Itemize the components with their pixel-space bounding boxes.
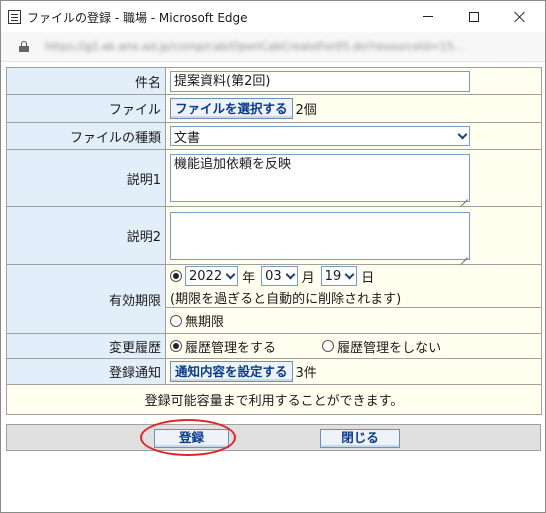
browser-window: ファイルの登録 - 職場 - Microsoft Edge https://g2… (0, 0, 546, 513)
desc1-label: 説明1 (6, 149, 166, 207)
expiry-date-line: 2022 年 03 月 19 日 (170, 265, 541, 287)
month-unit: 月 (301, 270, 315, 286)
minimize-button[interactable] (405, 1, 451, 32)
expiry-unlimited-cell: 無期限 (165, 307, 542, 334)
history-on-radio[interactable] (170, 340, 182, 352)
row-name: 件名 提案資料(第2回) (6, 67, 542, 95)
row-history: 変更履歴 履歴管理をする 履歴管理をしない (6, 333, 542, 359)
notify-cell: 通知内容を設定する 3件 (165, 358, 542, 385)
expiry-unlimited-label[interactable]: 無期限 (185, 315, 224, 330)
notify-count: 3件 (295, 366, 317, 381)
desc2-label: 説明2 (6, 206, 166, 265)
expiry-date-cell: 2022 年 03 月 19 日 (期限を過ぎると自動的に削除されます) (165, 264, 542, 308)
address-bar: https://g2.ak.ano.ad.jp/comp/cab/OpenCab… (1, 32, 545, 62)
expiry-note: (期限を過ぎると自動的に削除されます) (170, 292, 402, 307)
expiry-dated-radio[interactable] (170, 270, 182, 282)
history-off-label[interactable]: 履歴管理をしない (337, 341, 441, 356)
chevron-down-icon (225, 269, 236, 279)
chevron-down-icon (285, 269, 296, 279)
footer-bar: 登録 閉じる (6, 424, 541, 451)
file-type-value: 文書 (174, 130, 201, 146)
minimize-icon (423, 16, 433, 17)
year-value: 2022 (189, 268, 223, 284)
title-bar: ファイルの登録 - 職場 - Microsoft Edge (1, 1, 545, 32)
capacity-note: 登録可能容量まで利用することができます。 (6, 384, 542, 415)
day-unit: 日 (361, 270, 375, 286)
resize-grip-icon[interactable] (460, 250, 468, 258)
row-file: ファイル ファイルを選択する 2個 (6, 94, 542, 123)
expiry-label: 有効期限 (6, 264, 166, 334)
desc1-cell: 機能追加依頼を反映 (165, 149, 542, 207)
chevron-down-icon (344, 269, 355, 279)
desc2-textarea[interactable] (170, 211, 470, 260)
file-type-select[interactable]: 文書 (170, 126, 470, 146)
month-value: 03 (265, 268, 282, 284)
year-select[interactable]: 2022 (185, 266, 239, 286)
set-notify-button[interactable]: 通知内容を設定する (170, 361, 293, 382)
maximize-icon (469, 11, 479, 22)
day-value: 19 (324, 268, 342, 284)
url-text[interactable]: https://g2.ak.ano.ad.jp/comp/cab/OpenCab… (45, 40, 531, 54)
type-label: ファイルの種類 (6, 122, 166, 150)
close-window-button[interactable] (497, 1, 543, 32)
file-label: ファイル (6, 94, 166, 123)
type-cell: 文書 (165, 122, 542, 150)
row-desc2: 説明2 (6, 206, 542, 265)
row-notify: 登録通知 通知内容を設定する 3件 (6, 358, 542, 385)
file-cell: ファイルを選択する 2個 (165, 94, 542, 123)
name-label: 件名 (6, 67, 166, 95)
maximize-button[interactable] (451, 1, 497, 32)
resize-grip-icon[interactable] (460, 192, 468, 200)
expiry-unlimited-radio[interactable] (170, 314, 182, 327)
row-type: ファイルの種類 文書 (6, 122, 542, 150)
month-select[interactable]: 03 (261, 266, 298, 286)
highlight-ellipse (140, 419, 236, 456)
window-title: ファイルの登録 - 職場 - Microsoft Edge (27, 11, 248, 25)
file-count: 2個 (295, 103, 317, 118)
name-cell: 提案資料(第2回) (165, 67, 542, 95)
lock-icon (19, 41, 29, 52)
day-select[interactable]: 19 (320, 266, 358, 286)
select-file-button[interactable]: ファイルを選択する (170, 98, 293, 119)
chevron-down-icon (457, 129, 468, 139)
history-off-radio[interactable] (322, 340, 335, 352)
desc1-text: 機能追加依頼を反映 (174, 157, 292, 172)
document-icon (8, 10, 21, 24)
desc1-textarea[interactable]: 機能追加依頼を反映 (170, 154, 470, 202)
close-button[interactable]: 閉じる (320, 429, 400, 448)
name-input[interactable]: 提案資料(第2回) (170, 70, 470, 92)
notify-label: 登録通知 (6, 358, 166, 385)
history-label: 変更履歴 (6, 333, 166, 359)
year-unit: 年 (242, 270, 256, 286)
history-on-label[interactable]: 履歴管理をする (185, 341, 276, 356)
row-expiry-date: 有効期限 2022 年 03 月 19 日 (期限を過ぎると自動的に削除されます… (6, 264, 542, 334)
history-cell: 履歴管理をする 履歴管理をしない (165, 333, 542, 359)
row-desc1: 説明1 機能追加依頼を反映 (6, 149, 542, 207)
desc2-cell (165, 206, 542, 265)
row-capacity: 登録可能容量まで利用することができます。 (6, 384, 542, 415)
close-icon (514, 11, 526, 23)
registration-form: 件名 提案資料(第2回) ファイル ファイルを選択する 2個 ファイルの種類 文書… (6, 67, 542, 415)
